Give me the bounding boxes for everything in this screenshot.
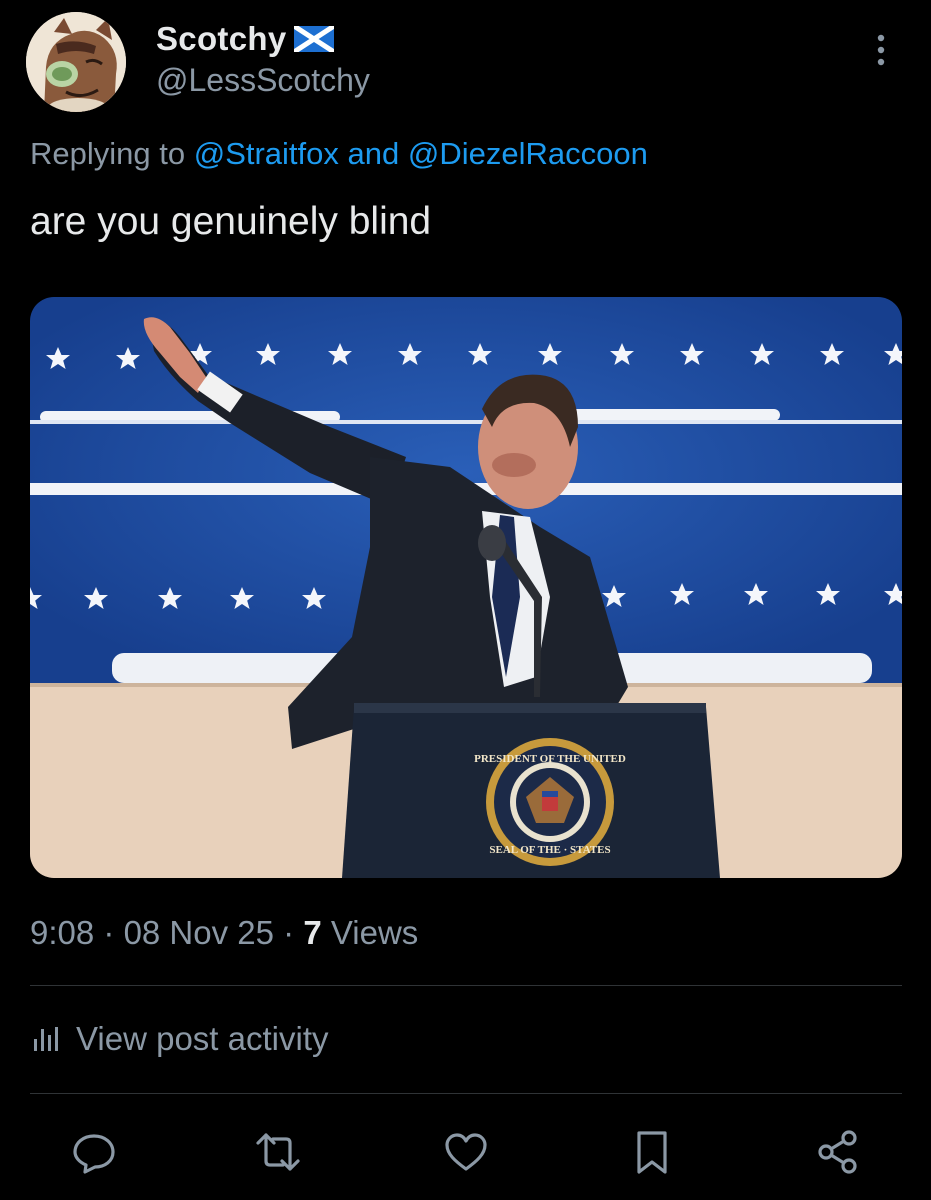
author-handle[interactable]: @LessScotchy — [156, 62, 370, 99]
mention-link-straitfox[interactable]: @Straitfox — [194, 136, 339, 171]
author-display-name[interactable]: Scotchy — [156, 20, 286, 58]
bookmark-button[interactable] — [624, 1124, 680, 1180]
avatar-image — [26, 12, 126, 112]
reply-context: Replying to @Straitfox and @DiezelRaccoo… — [30, 136, 648, 172]
bookmark-icon — [637, 1131, 667, 1174]
share-button[interactable] — [810, 1124, 866, 1180]
reply-joiner: and — [347, 136, 400, 171]
like-icon — [445, 1133, 487, 1171]
divider — [30, 1093, 902, 1094]
seal-text-top: PRESIDENT OF THE UNITED — [474, 753, 626, 765]
action-bar — [0, 1124, 931, 1180]
post-text: are you genuinely blind — [30, 200, 432, 243]
reply-icon — [73, 1134, 115, 1174]
post-meta: 9:08 · 08 Nov 25 · 7 Views — [30, 914, 418, 952]
view-post-activity-button[interactable]: View post activity — [30, 1020, 329, 1058]
post-time[interactable]: 9:08 — [30, 914, 94, 951]
author-name-row[interactable]: Scotchy — [156, 20, 335, 58]
reply-prefix: Replying to — [30, 136, 186, 171]
seal-text-bottom: SEAL OF THE · STATES — [489, 844, 610, 856]
post-image[interactable]: PRESIDENT OF THE UNITED SEAL OF THE · ST… — [30, 297, 902, 878]
share-icon — [818, 1130, 857, 1174]
reply-button[interactable] — [66, 1124, 122, 1180]
views-count: 7 — [303, 914, 322, 951]
post-date[interactable]: 08 Nov 25 — [124, 914, 274, 951]
avatar[interactable] — [26, 12, 126, 112]
like-button[interactable] — [438, 1124, 494, 1180]
mention-link-diezelraccoon[interactable]: @DiezelRaccoon — [408, 136, 648, 171]
analytics-icon — [34, 1027, 58, 1051]
more-options-icon[interactable] — [866, 30, 896, 70]
presidential-seal: PRESIDENT OF THE UNITED SEAL OF THE · ST… — [474, 738, 626, 866]
views-label: Views — [330, 914, 419, 951]
repost-icon — [256, 1133, 300, 1171]
repost-button[interactable] — [250, 1124, 306, 1180]
divider — [30, 985, 902, 986]
meta-separator: · — [274, 914, 304, 951]
view-post-activity-label: View post activity — [76, 1020, 329, 1057]
scotland-flag-icon — [294, 26, 335, 52]
post-photo: PRESIDENT OF THE UNITED SEAL OF THE · ST… — [30, 297, 902, 878]
meta-separator: · — [94, 914, 124, 951]
